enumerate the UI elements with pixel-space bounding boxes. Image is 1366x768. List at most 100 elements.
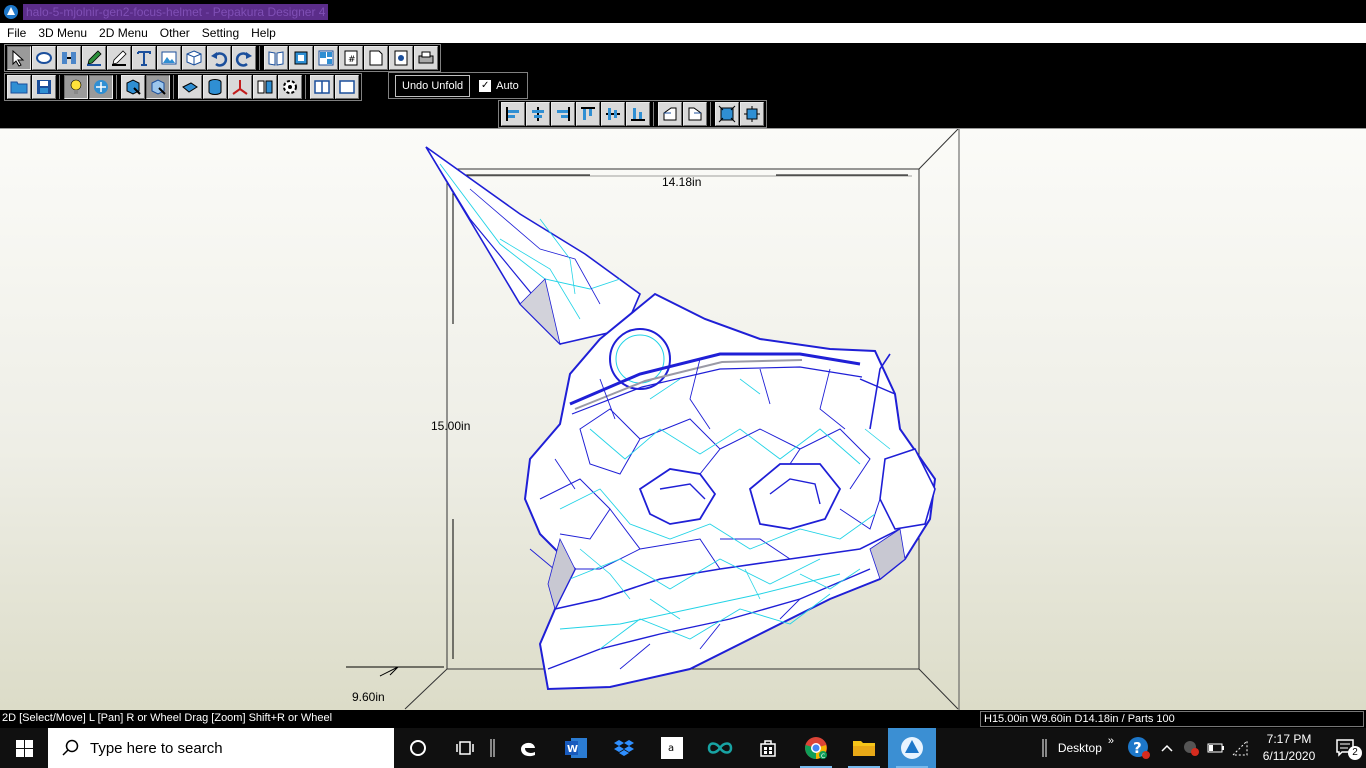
preview-icon: [394, 50, 408, 66]
store-button[interactable]: [744, 728, 792, 768]
join-tool-button[interactable]: [57, 46, 81, 70]
image-tool-button[interactable]: [157, 46, 181, 70]
folder-icon: [10, 81, 28, 94]
toolbar-secondary: [4, 73, 362, 101]
page-number-button[interactable]: #: [339, 46, 363, 70]
help-icon: ?: [1128, 737, 1150, 759]
align-right-button[interactable]: [551, 102, 575, 126]
fit-page-button[interactable]: [740, 102, 764, 126]
redo-button[interactable]: [232, 46, 256, 70]
arrange-button[interactable]: [289, 46, 313, 70]
chrome-button[interactable]: C: [792, 728, 840, 768]
layout-button[interactable]: [314, 46, 338, 70]
helmet-model: [425, 146, 937, 691]
symmetry-button[interactable]: [253, 75, 277, 99]
file-explorer-button[interactable]: [840, 728, 888, 768]
unfold-button[interactable]: [264, 46, 288, 70]
align-top-button[interactable]: [576, 102, 600, 126]
open-file-button[interactable]: [7, 75, 31, 99]
menu-2d[interactable]: 2D Menu: [93, 23, 154, 43]
antivirus-tray-icon[interactable]: [1178, 739, 1204, 757]
show-faces-button[interactable]: [121, 75, 145, 99]
amazon-icon: a: [661, 737, 683, 759]
cortana-button[interactable]: [394, 728, 442, 768]
desktop-toolbar-label[interactable]: Desktop: [1058, 741, 1102, 755]
pepakura-window: halo-5-mjolnir-gen2-focus-helmet - Pepak…: [0, 0, 1366, 768]
save-icon: [37, 80, 51, 94]
dropbox-button[interactable]: [600, 728, 648, 768]
menu-bar: File 3D Menu 2D Menu Other Setting Help: [0, 23, 1366, 43]
align-middle-button[interactable]: [601, 102, 625, 126]
notification-count: 2: [1348, 746, 1362, 760]
menu-3d[interactable]: 3D Menu: [32, 23, 93, 43]
arduino-button[interactable]: [696, 728, 744, 768]
word-button[interactable]: W: [552, 728, 600, 768]
page-icon: [369, 50, 383, 66]
save-file-button[interactable]: [32, 75, 56, 99]
action-center-button[interactable]: 2: [1326, 728, 1366, 768]
image-icon: [161, 51, 177, 65]
align-center-button[interactable]: [526, 102, 550, 126]
wifi-tray-icon[interactable]: [1228, 740, 1252, 756]
menu-file[interactable]: File: [0, 23, 32, 43]
edge-browser-button[interactable]: [504, 728, 552, 768]
show-edges-button[interactable]: [146, 75, 170, 99]
align-right-icon: [557, 107, 570, 121]
page-setup-button[interactable]: [364, 46, 388, 70]
taskbar-clock[interactable]: 7:17 PM 6/11/2020: [1252, 731, 1326, 765]
word-icon: W: [565, 738, 587, 758]
flap-button[interactable]: [178, 75, 202, 99]
align-left-button[interactable]: [501, 102, 525, 126]
cylinder-button[interactable]: [203, 75, 227, 99]
menu-help[interactable]: Help: [245, 23, 282, 43]
edit-edge-button[interactable]: [82, 46, 106, 70]
toolbar-separator: [259, 46, 263, 70]
axis-icon: [232, 80, 248, 95]
task-view-button[interactable]: [442, 728, 490, 768]
select-tool-button[interactable]: [7, 46, 31, 70]
desktop-toolbar-chevron[interactable]: »: [1108, 735, 1114, 747]
fit-parts-button[interactable]: [715, 102, 739, 126]
edit-flap-button[interactable]: [107, 46, 131, 70]
menu-other[interactable]: Other: [154, 23, 196, 43]
text-tool-button[interactable]: [132, 46, 156, 70]
taskbar-search-box[interactable]: Type here to search: [48, 728, 394, 768]
auto-label: Auto: [496, 79, 519, 92]
show-hidden-icons-button[interactable]: [1156, 744, 1178, 752]
edge-icon: [521, 742, 535, 757]
light-button[interactable]: [64, 75, 88, 99]
start-button[interactable]: [0, 728, 48, 768]
3d-box-button[interactable]: [182, 46, 206, 70]
pepakura-app-icon: [4, 4, 18, 19]
rotate-view-button[interactable]: [32, 46, 56, 70]
tray-grip: [1042, 728, 1056, 768]
battery-tray-icon[interactable]: [1204, 742, 1228, 754]
print-preview-button[interactable]: [389, 46, 413, 70]
auto-checkbox[interactable]: ✓ Auto: [479, 79, 519, 92]
svg-text:#: #: [348, 55, 356, 65]
select-arrow-icon: [12, 49, 25, 67]
pepakura-taskbar-button[interactable]: [888, 728, 936, 768]
align-bottom-button[interactable]: [626, 102, 650, 126]
undo-unfold-button[interactable]: Undo Unfold: [395, 74, 471, 97]
rotate-right-button[interactable]: [683, 102, 707, 126]
help-tray-button[interactable]: ?: [1122, 736, 1156, 760]
3d-viewport[interactable]: 14.18in 15.00in 9.60in: [0, 128, 1366, 711]
menu-setting[interactable]: Setting: [196, 23, 245, 43]
windows-taskbar: Type here to search W a C Desktop » ? 7:…: [0, 728, 1366, 768]
rotate-left-button[interactable]: [658, 102, 682, 126]
print-button[interactable]: [414, 46, 438, 70]
undo-button[interactable]: [207, 46, 231, 70]
split-view-button[interactable]: [310, 75, 334, 99]
toolbar-separator: [305, 75, 309, 99]
amazon-button[interactable]: a: [648, 728, 696, 768]
arrange-icon: [294, 51, 308, 65]
texture-button[interactable]: [89, 75, 113, 99]
faces-icon: [126, 79, 141, 95]
toolbar-separator: [710, 102, 714, 126]
settings-3d-button[interactable]: [278, 75, 302, 99]
align-center-icon: [532, 107, 544, 121]
single-view-button[interactable]: [335, 75, 359, 99]
join-icon: [62, 52, 76, 64]
axis-button[interactable]: [228, 75, 252, 99]
